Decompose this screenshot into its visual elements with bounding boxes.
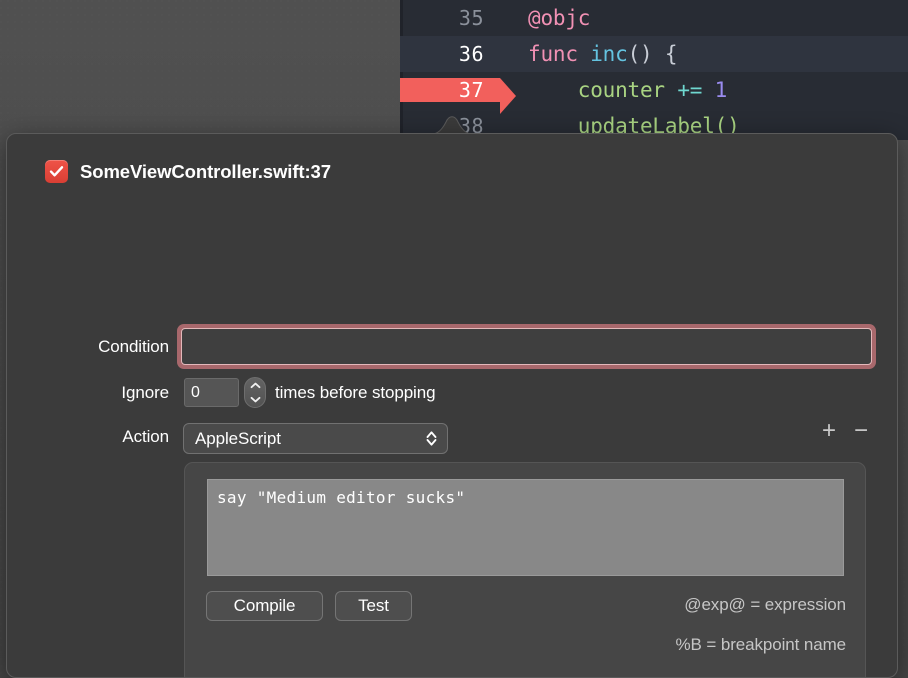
chevron-up-icon[interactable] [250, 382, 261, 389]
action-add-remove-controls: + − [822, 419, 868, 443]
checkmark-icon [49, 166, 64, 177]
code-text: func inc() { [500, 42, 678, 66]
popover-header: SomeViewController.swift:37 [45, 160, 331, 183]
page-title: SomeViewController.swift:37 [80, 160, 331, 182]
ignore-suffix-label: times before stopping [275, 383, 436, 402]
condition-label: Condition [98, 337, 169, 356]
code-token: @objc [528, 6, 591, 30]
applescript-input[interactable]: say "Medium editor sucks" [208, 480, 843, 575]
ignore-count-stepper[interactable] [244, 377, 266, 408]
code-token: 1 [714, 78, 728, 102]
code-token: func [528, 42, 591, 66]
add-action-button[interactable]: + [822, 419, 836, 443]
line-number: 36 [458, 42, 484, 66]
code-text: counter += 1 [500, 78, 728, 102]
code-token: inc [590, 42, 628, 66]
screen: 35 @objc 36 func inc() { 37 counter += 1… [0, 0, 908, 678]
action-label: Action [122, 427, 169, 446]
chevron-up-down-icon [426, 431, 437, 446]
ignore-count-input[interactable] [185, 379, 238, 406]
hint-breakpoint-name: %B = breakpoint name [675, 635, 847, 654]
code-line: 35 @objc [400, 0, 908, 36]
breakpoint-marker[interactable]: 37 [400, 78, 516, 114]
breakpoint-edit-popover: SomeViewController.swift:37 Condition Ig… [6, 133, 898, 678]
code-token: () { [627, 42, 678, 66]
action-type-select[interactable]: AppleScript [183, 423, 448, 454]
code-token: += [677, 78, 715, 102]
condition-field-focus-ring [177, 324, 876, 369]
code-line-breakpoint: 37 counter += 1 [400, 72, 908, 114]
code-editor[interactable]: 35 @objc 36 func inc() { 37 counter += 1… [400, 0, 908, 140]
ignore-label: Ignore [121, 383, 169, 402]
code-text: @objc [500, 6, 590, 30]
test-button[interactable]: Test [335, 591, 412, 621]
compile-button[interactable]: Compile [206, 591, 323, 621]
condition-field[interactable] [181, 328, 872, 365]
remove-action-button[interactable]: − [854, 419, 868, 443]
code-line-current: 36 func inc() { [400, 36, 908, 72]
chevron-down-icon[interactable] [250, 396, 261, 403]
line-number: 35 [458, 6, 484, 30]
breakpoint-enabled-checkbox[interactable] [45, 160, 68, 183]
applescript-editor[interactable]: say "Medium editor sucks" [207, 479, 844, 576]
action-type-selected-value: AppleScript [195, 428, 281, 448]
condition-input[interactable] [182, 329, 871, 364]
ignore-count-field[interactable] [184, 378, 239, 407]
hint-expression: @exp@ = expression [684, 595, 846, 614]
code-token: counter [528, 78, 678, 102]
action-type-chevrons [425, 429, 447, 448]
